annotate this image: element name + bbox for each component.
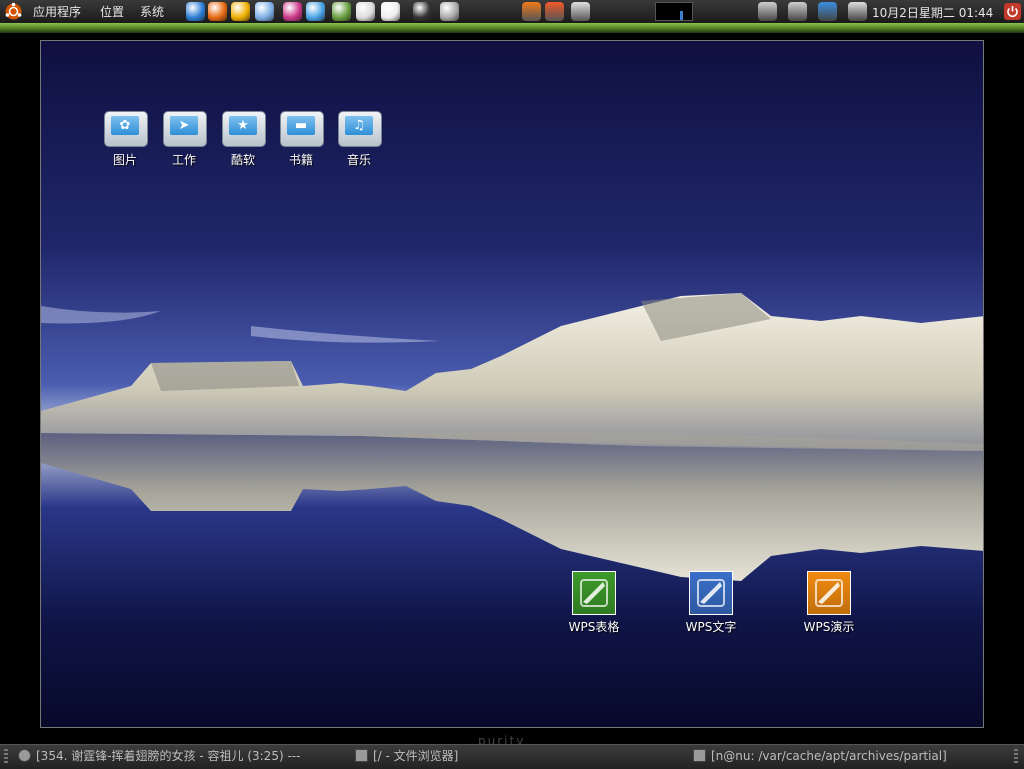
wps-writer-icon [689,571,733,615]
wps-spreadsheet-icon [572,571,616,615]
desktop[interactable]: ✿ 图片 ➤ 工作 ★ 酷软 ▬ 书籍 ♫ 音乐 WPS表格 WPS文字 WPS演示 [40,40,984,728]
screen-capture-icon[interactable] [571,2,590,21]
desktop-folder[interactable]: ✿ 图片 [97,105,153,168]
desktop-app-shortcut[interactable]: WPS文字 [681,571,741,635]
rss-reader-icon[interactable] [522,2,541,21]
taskbar-item-music-player[interactable]: [354. 谢霆锋-挥着翅膀的女孩 - 容祖儿 (3:25) --- [18,748,343,765]
window-switch-icon[interactable] [788,2,807,21]
folder-icon: ➤ [161,105,207,147]
qq-penguin-icon[interactable] [231,2,250,21]
desktop-app-shortcut[interactable]: WPS演示 [799,571,859,635]
picasa-icon[interactable] [283,2,302,21]
wps-presentation-icon [807,571,851,615]
panel-shadow [0,33,1024,39]
desktop-app-label: WPS演示 [803,620,855,634]
menu-places[interactable]: 位置 [100,4,124,20]
menu-applications[interactable]: 应用程序 [33,4,81,20]
music-player-icon [18,749,31,762]
taskbar-item-label: [354. 谢霆锋-挥着翅膀的女孩 - 容祖儿 (3:25) --- [36,749,301,763]
folder-icon: ★ [220,105,266,147]
folder-icon: ♫ [336,105,382,147]
panel-grip[interactable] [4,749,8,765]
terminal-icon [693,749,706,762]
skype-icon[interactable] [356,2,375,21]
folder-icon: ▬ [278,105,324,147]
ubuntu-logo-icon[interactable] [4,2,23,21]
folder-glyph: ➤ [178,118,190,133]
firefox-icon[interactable] [208,2,227,21]
desktop-folder[interactable]: ▬ 书籍 [273,105,329,168]
panel-grip[interactable] [1014,749,1018,765]
taskbar-item-file-browser[interactable]: [/ - 文件浏览器] [355,748,685,765]
system-monitor-graph[interactable] [655,2,693,21]
volume-icon[interactable] [848,2,867,21]
evolution-icon[interactable] [186,2,205,21]
bottom-panel: [354. 谢霆锋-挥着翅膀的女孩 - 容祖儿 (3:25) --- [/ - … [0,744,1024,769]
notification-icon[interactable] [818,2,837,21]
desktop-app-label: WPS文字 [685,620,737,634]
taskbar-item-label: [/ - 文件浏览器] [373,749,459,763]
keyboard-icon[interactable] [758,2,777,21]
folder-glyph: ✿ [119,118,131,133]
desktop-folder-label: 图片 [112,153,137,167]
menu-system[interactable]: 系统 [140,4,164,20]
folder-icon: ✿ [102,105,148,147]
file-manager-icon[interactable] [545,2,564,21]
folder-glyph: ♫ [353,118,365,133]
clock[interactable]: 10月2日星期二 01:44 [872,4,993,21]
audio-player-icon[interactable] [381,2,400,21]
package-cube-icon[interactable] [255,2,274,21]
panel-accent-strip [0,23,1024,33]
desktop-app-label: WPS表格 [568,620,620,634]
screenshot-camera-icon[interactable] [440,2,459,21]
top-panel: 应用程序 位置 系统 10月2日星期二 01:44 [0,0,1024,24]
taskbar-item-label: [n@nu: /var/cache/apt/archives/partial] [711,749,947,763]
desktop-folder-label: 工作 [171,153,196,167]
terminal-icon[interactable] [413,2,432,21]
file-browser-icon [355,749,368,762]
desktop-app-shortcut[interactable]: WPS表格 [564,571,624,635]
power-icon[interactable] [1003,2,1022,21]
desktop-folder-label: 音乐 [346,153,371,167]
desktop-folder-label: 酷软 [230,153,255,167]
taskbar-item-terminal[interactable]: [n@nu: /var/cache/apt/archives/partial] [693,748,983,765]
messenger-icon[interactable] [306,2,325,21]
desktop-folder[interactable]: ★ 酷软 [215,105,271,168]
folder-glyph: ▬ [294,118,308,133]
folder-glyph: ★ [237,118,249,133]
desktop-folder[interactable]: ♫ 音乐 [331,105,387,168]
desktop-folder-label: 书籍 [288,153,313,167]
book-icon[interactable] [332,2,351,21]
desktop-folder[interactable]: ➤ 工作 [156,105,212,168]
